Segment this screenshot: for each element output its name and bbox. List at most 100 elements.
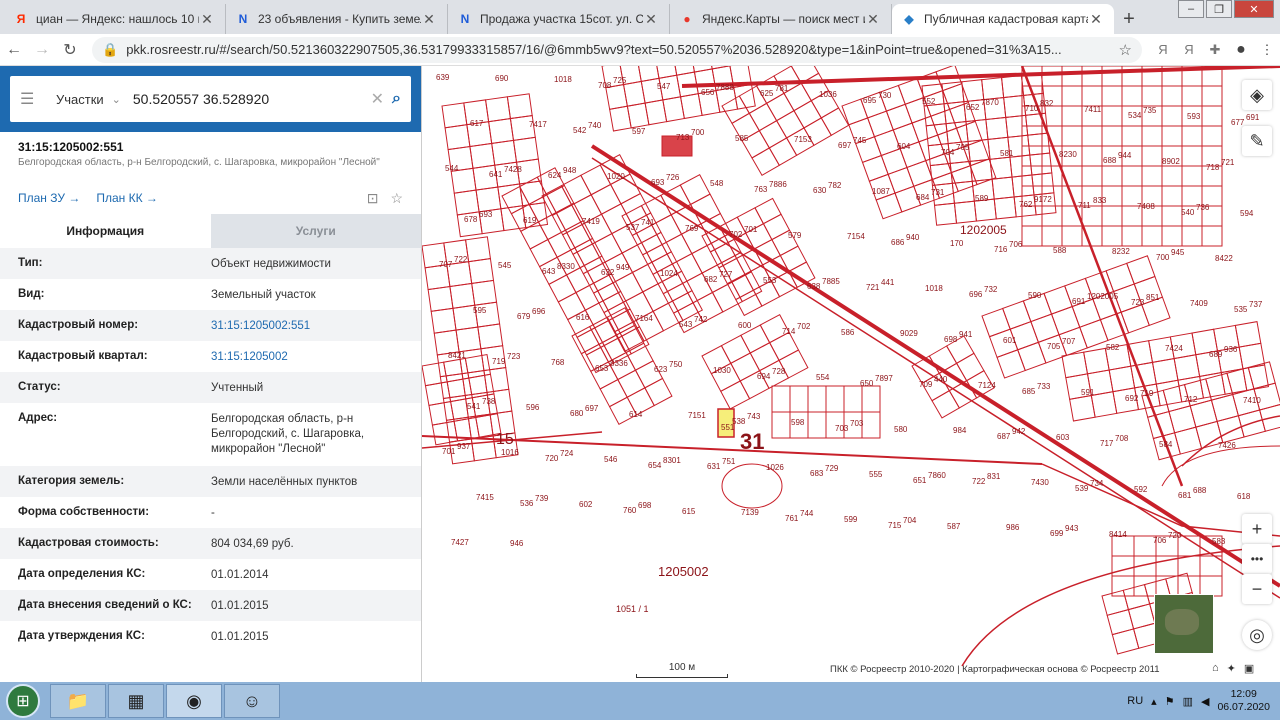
close-tab-icon[interactable]: ✕: [1088, 11, 1104, 28]
parcel[interactable]: [661, 233, 693, 265]
parcel[interactable]: [1111, 535, 1135, 557]
parcel[interactable]: [1161, 165, 1183, 187]
parcel[interactable]: [751, 147, 781, 176]
parcel[interactable]: [967, 138, 991, 162]
parcel[interactable]: [1081, 125, 1103, 147]
parcel[interactable]: [461, 370, 488, 397]
parcel[interactable]: [985, 116, 1009, 140]
parcel[interactable]: [1041, 66, 1063, 87]
parcel[interactable]: [1121, 225, 1143, 247]
parcel[interactable]: [625, 342, 654, 371]
parcel[interactable]: [1061, 85, 1083, 107]
parcel[interactable]: [880, 148, 908, 175]
browser-tab[interactable]: ◆ Публичная кадастровая карта ✕: [892, 4, 1114, 34]
parcel[interactable]: [711, 281, 743, 313]
parcel[interactable]: [430, 307, 457, 334]
parcel[interactable]: [789, 385, 809, 413]
parcel[interactable]: [955, 352, 985, 382]
parcel[interactable]: [590, 183, 622, 215]
clock[interactable]: 12:09 06.07.2020: [1217, 688, 1270, 714]
parcel[interactable]: [861, 154, 889, 182]
parcel[interactable]: [465, 236, 491, 263]
browser-menu-icon[interactable]: ⋮: [1254, 37, 1280, 63]
parcel[interactable]: [1081, 165, 1103, 187]
parcel[interactable]: [1181, 165, 1203, 187]
parcel[interactable]: [606, 307, 636, 336]
parcel[interactable]: [453, 189, 480, 216]
parcel[interactable]: [1030, 313, 1060, 343]
parcel[interactable]: [485, 96, 511, 123]
network-icon[interactable]: ▥: [1183, 695, 1193, 708]
parcel[interactable]: [1238, 342, 1266, 370]
map-canvas[interactable]: 1205002120200531151051 / 155163964164365…: [422, 66, 1280, 682]
search-doc-icon[interactable]: ⊡: [367, 190, 379, 207]
parcel[interactable]: [598, 334, 627, 363]
parcel[interactable]: [506, 93, 533, 120]
parcel[interactable]: [866, 110, 894, 138]
back-button[interactable]: ←: [0, 36, 28, 64]
parcel[interactable]: [1189, 399, 1218, 428]
parcel[interactable]: [1210, 393, 1240, 423]
parcel[interactable]: [1216, 415, 1245, 444]
parcel[interactable]: [1002, 300, 1032, 330]
parcel[interactable]: [981, 77, 1005, 101]
compass-icon[interactable]: ◎: [1242, 620, 1272, 650]
parcel[interactable]: [911, 115, 939, 143]
parcel[interactable]: [1041, 225, 1063, 247]
parcel[interactable]: [993, 196, 1017, 220]
bookmark-star-icon[interactable]: ☆: [1119, 41, 1132, 59]
parcel[interactable]: [861, 385, 881, 413]
parcel[interactable]: [1043, 285, 1073, 315]
parcel[interactable]: [1226, 366, 1255, 396]
minimap[interactable]: [1154, 594, 1214, 654]
parcel[interactable]: [444, 124, 471, 151]
yandex-extension-icon-2[interactable]: Я: [1176, 37, 1202, 63]
parcel[interactable]: [449, 282, 476, 309]
parcel[interactable]: [548, 274, 577, 303]
chevron-down-icon[interactable]: ⌄: [112, 93, 121, 106]
language-indicator[interactable]: RU: [1127, 695, 1143, 707]
parcel[interactable]: [546, 184, 575, 214]
parcel[interactable]: [1061, 125, 1083, 147]
close-tab-icon[interactable]: ✕: [421, 11, 437, 28]
parcel[interactable]: [469, 142, 496, 169]
extensions-puzzle-icon[interactable]: ✚: [1202, 37, 1228, 63]
parcel[interactable]: [477, 323, 504, 350]
parcel[interactable]: [1199, 372, 1226, 399]
parcel[interactable]: [1168, 405, 1197, 434]
parcel[interactable]: [1141, 145, 1163, 167]
locate-icon[interactable]: ✦: [1227, 662, 1236, 675]
parcel[interactable]: [575, 282, 604, 311]
parcel[interactable]: [576, 327, 605, 356]
parcel[interactable]: [758, 119, 788, 149]
parcel[interactable]: [1201, 105, 1223, 127]
profile-avatar-icon[interactable]: ●: [1228, 37, 1254, 63]
parcel[interactable]: [1083, 347, 1110, 375]
parcel[interactable]: [651, 214, 683, 246]
parcel[interactable]: [1111, 575, 1135, 597]
parcel[interactable]: [1220, 368, 1248, 395]
parcel[interactable]: [537, 211, 567, 241]
parcel[interactable]: [1181, 125, 1203, 147]
parcel[interactable]: [1069, 394, 1096, 422]
parcel[interactable]: [1111, 555, 1135, 577]
plan-kk-link[interactable]: План КК →: [96, 191, 158, 205]
start-button[interactable]: ⊞: [6, 684, 40, 718]
parcel[interactable]: [617, 369, 646, 398]
zoom-in-button[interactable]: +: [1242, 514, 1272, 544]
parcel[interactable]: [602, 290, 631, 320]
parcel[interactable]: [762, 213, 791, 241]
parcel[interactable]: [768, 331, 800, 362]
parcel[interactable]: [471, 279, 498, 306]
parcel[interactable]: [1201, 225, 1223, 247]
parcel[interactable]: [1161, 205, 1183, 227]
parcel[interactable]: [599, 378, 628, 408]
parcel[interactable]: [1081, 85, 1103, 107]
search-input[interactable]: [132, 91, 363, 107]
parcel[interactable]: [1101, 125, 1123, 147]
browser-tab[interactable]: N Продажа участка 15сот. ул. См ✕: [448, 4, 670, 34]
parcel[interactable]: [574, 237, 603, 267]
parcel[interactable]: [1081, 145, 1103, 167]
parcel[interactable]: [969, 158, 993, 182]
close-tab-icon[interactable]: ✕: [643, 11, 659, 28]
